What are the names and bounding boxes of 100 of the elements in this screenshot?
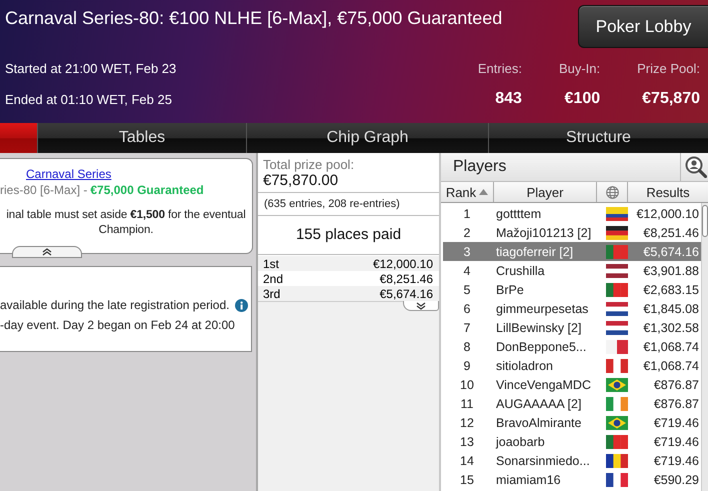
player-name: gottttem	[495, 206, 542, 220]
flag-icon	[606, 244, 628, 258]
rank-cell-text: 3	[462, 244, 472, 258]
column-header[interactable]: Player	[494, 182, 597, 202]
flag-icon	[606, 434, 628, 448]
details-text: -day event. Day 2 began on Feb 24 at 20:00	[0, 318, 235, 332]
player-row[interactable]: 12 BravoAlmirante €719.46	[443, 413, 701, 432]
player-name: joaobarb	[494, 434, 546, 448]
place-cell: 1st	[263, 257, 280, 270]
result-cell-text: €876.87	[652, 378, 700, 392]
rank-cell-text: 6	[462, 302, 472, 316]
scrollbar[interactable]	[701, 203, 708, 491]
rank-cell-text: 7	[462, 320, 472, 334]
player-name: Sonarsinmiedo...	[495, 454, 591, 468]
flag-icon	[606, 206, 628, 220]
tournament-title: Carnaval Series-80: €100 NLHE [6-Max], €75,000 Guaranteed	[5, 8, 502, 29]
player-row[interactable]: 5 BrPe €2,683.15	[443, 280, 701, 299]
player-row[interactable]: 3 tiagoferreir [2] €5,674.16	[443, 242, 701, 261]
place-cell: 3rd	[263, 287, 280, 300]
prize-pool-label: Total prize pool:	[263, 157, 356, 172]
player-row[interactable]: 15 miamiam16 €590.29	[443, 470, 701, 489]
flag-icon	[606, 416, 628, 430]
player-row[interactable]: 14 Sonarsinmiedo... €719.46	[443, 451, 701, 470]
scroll-thumb[interactable]	[702, 205, 708, 237]
column-header[interactable]: Results	[628, 182, 708, 202]
end-time: Ended at 01:10 WET, Feb 25	[5, 92, 173, 107]
player-name: sitioladron	[495, 358, 554, 372]
player-row[interactable]: 4 Crushilla €3,901.88	[443, 261, 701, 280]
stat-label: Entries:	[478, 61, 522, 76]
tab[interactable]: Structure	[488, 123, 708, 153]
player-row[interactable]: 6 gimmeurpesetas €1,845.08	[443, 299, 701, 318]
result-cell-text: €1,845.08	[642, 302, 700, 316]
rank-cell-text: 12	[459, 416, 475, 430]
player-row[interactable]: 13 joaobarb €719.46	[443, 432, 701, 451]
double-chevron-up-icon	[42, 248, 52, 256]
series-link[interactable]: Carnaval Series	[26, 167, 112, 181]
flag-icon	[606, 454, 628, 468]
stat-value: €75,870	[642, 90, 700, 108]
result-cell-text: €12,000.10	[635, 206, 700, 220]
rank-cell-text: 13	[459, 434, 475, 448]
flag-icon	[606, 226, 628, 240]
rank-cell-text: 8	[462, 340, 472, 354]
start-time: Started at 21:00 WET, Feb 23	[5, 61, 176, 76]
player-row[interactable]: 2 Mažoji101213 [2] €8,251.46	[443, 223, 701, 242]
player-name: Crushilla	[495, 264, 546, 278]
result-cell-text: €8,251.46	[642, 226, 700, 240]
rank-cell-text: 15	[459, 472, 475, 486]
flag-icon	[606, 358, 628, 372]
details-text: available during the late registration period.	[0, 298, 230, 312]
player-row[interactable]: 7 LillBewinsky [2] €1,302.58	[443, 318, 701, 337]
rank-cell-text: 5	[462, 282, 472, 296]
player-row[interactable]: 1 gottttem €12,000.10	[443, 204, 701, 223]
player-name: Mažoji101213 [2]	[495, 226, 592, 240]
column-header[interactable]: Rank	[441, 182, 494, 202]
result-cell-text: €719.46	[652, 454, 700, 468]
collapse-tab[interactable]	[12, 246, 82, 258]
rank-cell-text: 4	[462, 264, 472, 278]
guarantee-text: €75,000 Guaranteed	[90, 183, 204, 197]
player-name: LillBewinsky [2]	[495, 320, 582, 334]
flag-icon	[606, 396, 628, 410]
player-name: tiagoferreir [2]	[495, 244, 574, 258]
player-row[interactable]: 8 DonBeppone5... €1,068.74	[443, 337, 701, 356]
result-cell-text: €876.87	[652, 396, 700, 410]
amount-cell: €8,251.46	[380, 272, 433, 285]
player-name: VinceVengaMDC	[495, 378, 592, 392]
place-cell: 2nd	[263, 272, 284, 285]
poker-lobby-button[interactable]: Poker Lobby	[578, 5, 708, 48]
search-icon	[685, 156, 707, 178]
stat-label: Prize Pool:	[637, 61, 700, 76]
flag-icon	[606, 378, 628, 392]
rank-cell-text: 14	[459, 454, 475, 468]
result-cell-text: €5,674.16	[642, 244, 700, 258]
flag-icon	[606, 282, 628, 296]
player-row[interactable]: 11 AUGAAAAA [2] €876.87	[443, 394, 701, 413]
rank-cell-text: 1	[462, 206, 472, 220]
rule-note: inal table must set aside €1,500 for the eventual Champion.	[5, 208, 247, 238]
stat-value: 843	[495, 90, 522, 108]
result-cell-text: €1,302.58	[642, 320, 700, 334]
result-cell-text: €1,068.74	[642, 358, 700, 372]
player-name: AUGAAAAA [2]	[495, 396, 582, 410]
flag-icon	[606, 340, 628, 354]
player-name: BravoAlmirante	[495, 416, 582, 430]
stat-value: €100	[564, 90, 600, 108]
search-button[interactable]	[680, 153, 708, 181]
result-cell-text: €2,683.15	[642, 282, 700, 296]
double-chevron-down-icon	[416, 302, 426, 310]
flag-icon	[606, 472, 628, 486]
expand-tab[interactable]	[403, 301, 439, 311]
result-cell-text: €1,068.74	[642, 340, 700, 354]
rank-cell-text: 11	[460, 396, 474, 410]
flag-icon	[606, 302, 628, 316]
player-row[interactable]: 10 VinceVengaMDC €876.87	[443, 375, 701, 394]
player-name: BrPe	[495, 282, 525, 296]
player-row[interactable]: 9 sitioladron €1,068.74	[443, 356, 701, 375]
tab[interactable]: Chip Graph	[246, 123, 488, 153]
globe-icon	[606, 186, 618, 198]
result-cell-text: €719.46	[652, 416, 700, 430]
tab[interactable]: Tables	[37, 123, 246, 153]
amount-cell: €5,674.16	[380, 287, 433, 300]
rank-cell-text: 10	[459, 378, 475, 392]
